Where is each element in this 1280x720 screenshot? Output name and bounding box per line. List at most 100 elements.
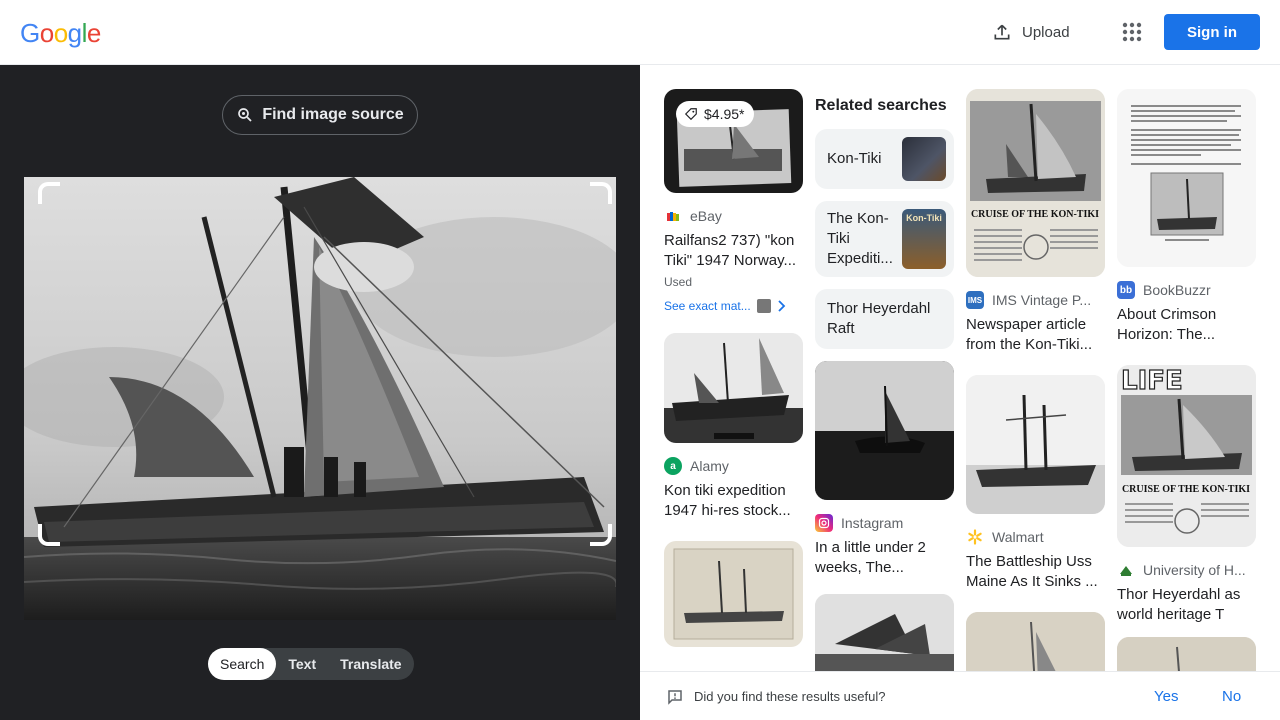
walmart-icon bbox=[966, 528, 984, 546]
result-source: Walmart bbox=[966, 528, 1105, 546]
result-card[interactable]: $4.95* eBay Railfans2 737) "kon Tiki" 19… bbox=[664, 89, 803, 313]
upload-icon bbox=[994, 24, 1010, 40]
result-source: Instagram bbox=[815, 514, 954, 532]
top-header: Google Upload Sign in bbox=[0, 0, 1280, 65]
result-thumbnail[interactable]: CRUISE OF THE KON-TIKI bbox=[966, 89, 1105, 277]
feedback-no-button[interactable]: No bbox=[1222, 688, 1241, 705]
result-thumbnail[interactable] bbox=[664, 541, 803, 647]
book-cover-text: Kon-Tiki bbox=[906, 213, 942, 223]
related-search-kon-tiki-expedition[interactable]: The Kon-Tiki Expediti... Kon-Tiki bbox=[815, 201, 954, 277]
result-card[interactable] bbox=[966, 612, 1105, 671]
result-source: a Alamy bbox=[664, 457, 803, 475]
result-title[interactable]: Kon tiki expedition 1947 hi-res stock... bbox=[664, 481, 803, 521]
crop-handle-bottom-right[interactable] bbox=[590, 524, 612, 546]
magazine-name: LIFE bbox=[1121, 366, 1183, 396]
source-name: eBay bbox=[690, 208, 722, 224]
related-search-thor-heyerdahl-raft[interactable]: Thor Heyerdahl Raft bbox=[815, 289, 954, 349]
result-card[interactable]: bb BookBuzzr About Crimson Horizon: The.… bbox=[1117, 89, 1256, 345]
feedback-icon bbox=[668, 690, 682, 705]
results-column-4: bb BookBuzzr About Crimson Horizon: The.… bbox=[1117, 89, 1256, 671]
result-card[interactable]: CRUISE OF THE KON-TIKI IMS IMS Vintage P… bbox=[966, 89, 1105, 355]
alamy-icon: a bbox=[664, 457, 682, 475]
result-title[interactable]: Newspaper article from the Kon-Tiki... bbox=[966, 315, 1105, 355]
price-badge: $4.95* bbox=[676, 101, 755, 127]
result-thumbnail[interactable]: LIFE CRUISE OF THE KON-TIKI bbox=[1117, 365, 1256, 547]
apps-grid-icon[interactable] bbox=[1120, 20, 1144, 44]
newspaper-headline: CRUISE OF THE KON-TIKI bbox=[971, 209, 1099, 220]
price-label: $4.95* bbox=[704, 106, 745, 122]
result-title[interactable]: Thor Heyerdahl as world heritage T bbox=[1117, 585, 1256, 625]
source-name: Alamy bbox=[690, 458, 729, 474]
result-card[interactable]: LIFE CRUISE OF THE KON-TIKI University o… bbox=[1117, 365, 1256, 625]
result-thumbnail[interactable] bbox=[664, 333, 803, 443]
ims-icon: IMS bbox=[966, 291, 984, 309]
tab-text[interactable]: Text bbox=[276, 648, 328, 680]
result-card[interactable]: a Alamy Kon tiki expedition 1947 hi-res … bbox=[664, 333, 803, 521]
price-tag-icon bbox=[684, 108, 697, 121]
tab-search[interactable]: Search bbox=[208, 648, 277, 680]
result-title[interactable]: Railfans2 737) "kon Tiki" 1947 Norway... bbox=[664, 231, 803, 271]
related-search-label: Kon-Tiki bbox=[827, 150, 882, 167]
related-search-kon-tiki[interactable]: Kon-Tiki bbox=[815, 129, 954, 189]
results-column-3: CRUISE OF THE KON-TIKI IMS IMS Vintage P… bbox=[966, 89, 1105, 671]
query-image-panel: Find image source Search Text Translate bbox=[0, 65, 640, 720]
lens-search-icon bbox=[238, 108, 252, 122]
source-name: BookBuzzr bbox=[1143, 282, 1211, 298]
logo-letter: G bbox=[20, 18, 40, 48]
related-search-label: Thor Heyerdahl Raft bbox=[827, 300, 931, 337]
crop-handle-top-right[interactable] bbox=[590, 182, 612, 204]
result-condition: Used bbox=[664, 275, 693, 289]
result-thumbnail[interactable] bbox=[1117, 637, 1256, 671]
result-thumbnail[interactable] bbox=[815, 594, 954, 671]
sign-in-button[interactable]: Sign in bbox=[1164, 14, 1260, 50]
university-icon bbox=[1117, 561, 1135, 579]
crop-handle-bottom-left[interactable] bbox=[38, 524, 60, 546]
source-name: University of H... bbox=[1143, 562, 1246, 578]
see-exact-matches-link[interactable]: See exact mat... bbox=[664, 299, 803, 313]
query-image[interactable] bbox=[24, 177, 616, 620]
result-thumbnail[interactable] bbox=[1117, 89, 1256, 267]
feedback-bar: Did you find these results useful? Yes N… bbox=[640, 671, 1280, 720]
result-title[interactable]: About Crimson Horizon: The... bbox=[1117, 305, 1256, 345]
result-thumbnail[interactable] bbox=[966, 612, 1105, 671]
related-search-thumb bbox=[902, 137, 946, 181]
logo-letter: o bbox=[53, 18, 68, 48]
google-logo[interactable]: Google bbox=[20, 18, 101, 49]
result-thumbnail[interactable]: $4.95* bbox=[664, 89, 803, 193]
related-search-label: The Kon-Tiki Expediti... bbox=[827, 210, 893, 267]
results-panel: $4.95* eBay Railfans2 737) "kon Tiki" 19… bbox=[640, 65, 1280, 671]
result-card[interactable] bbox=[664, 541, 803, 647]
crop-handle-top-left[interactable] bbox=[38, 182, 60, 204]
lens-mode-tabs: Search Text Translate bbox=[208, 648, 414, 680]
results-column-1: $4.95* eBay Railfans2 737) "kon Tiki" 19… bbox=[664, 89, 803, 647]
feedback-yes-button[interactable]: Yes bbox=[1154, 688, 1178, 705]
result-thumbnail[interactable] bbox=[966, 375, 1105, 514]
results-column-2: Related searches Kon-Tiki The Kon-Tiki E… bbox=[815, 89, 954, 671]
result-title[interactable]: The Battleship Uss Maine As It Sinks ... bbox=[966, 552, 1105, 592]
upload-button[interactable]: Upload bbox=[992, 18, 1070, 46]
logo-letter: e bbox=[86, 18, 101, 48]
result-title[interactable]: In a little under 2 weeks, The... bbox=[815, 538, 954, 578]
source-name: IMS Vintage P... bbox=[992, 292, 1092, 308]
source-name: Walmart bbox=[992, 529, 1044, 545]
result-source: University of H... bbox=[1117, 561, 1256, 579]
result-card[interactable] bbox=[815, 594, 954, 671]
related-search-thumb: Kon-Tiki bbox=[902, 209, 946, 269]
ebay-icon bbox=[664, 207, 682, 225]
logo-letter: g bbox=[67, 18, 82, 48]
result-card[interactable]: Instagram In a little under 2 weeks, The… bbox=[815, 361, 954, 578]
result-card[interactable]: Walmart The Battleship Uss Maine As It S… bbox=[966, 375, 1105, 592]
result-thumbnail[interactable] bbox=[815, 361, 954, 500]
result-card[interactable] bbox=[1117, 637, 1256, 671]
result-source: IMS IMS Vintage P... bbox=[966, 291, 1105, 309]
logo-letter: o bbox=[39, 18, 54, 48]
instagram-icon bbox=[815, 514, 833, 532]
find-image-source-button[interactable]: Find image source bbox=[222, 95, 418, 135]
upload-label: Upload bbox=[1022, 23, 1070, 41]
newspaper-headline: CRUISE OF THE KON-TIKI bbox=[1122, 484, 1250, 495]
exact-match-label: See exact mat... bbox=[664, 299, 751, 313]
bookbuzzr-icon: bb bbox=[1117, 281, 1135, 299]
tab-translate[interactable]: Translate bbox=[328, 648, 413, 680]
result-source: bb BookBuzzr bbox=[1117, 281, 1256, 299]
source-name: Instagram bbox=[841, 515, 904, 531]
